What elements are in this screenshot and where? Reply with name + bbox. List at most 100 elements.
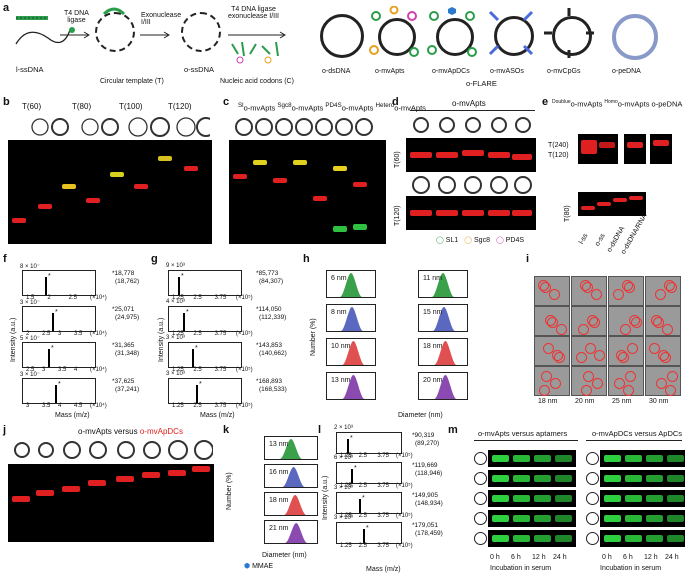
x-tick-label: 3.5	[58, 367, 67, 373]
gel-band	[436, 210, 458, 216]
nanoparticle-ring	[576, 352, 587, 363]
peak-star: *	[350, 435, 353, 442]
gel-band	[492, 535, 509, 542]
spectrum-box: *	[168, 342, 242, 368]
gel-band	[534, 495, 551, 502]
x-tick-label: 4.5	[74, 403, 83, 409]
x-tick-label: 4	[58, 403, 62, 409]
aso-arms-icon	[488, 10, 534, 56]
panel-letter-j: j	[3, 424, 7, 436]
x-tick-label: 3	[58, 331, 62, 337]
nanoparticle-ring	[594, 350, 605, 361]
exonuclease-label: Exonuclease I/III	[141, 12, 182, 26]
x-tick-label: 2.5	[358, 483, 367, 489]
x-tick-label: (×10⁵)	[236, 367, 253, 373]
gel-band	[168, 470, 186, 476]
m-right-rule	[586, 440, 682, 441]
construct-icon	[586, 472, 599, 485]
y-max-tick: 3 × 10⁻	[20, 372, 41, 378]
lane-label-t100: T(100)	[119, 102, 143, 111]
gel-band	[293, 160, 307, 165]
gel-band	[555, 475, 572, 482]
gel-band	[646, 515, 663, 522]
lane-icons-c	[235, 118, 373, 136]
gel-band	[513, 535, 530, 542]
x-tick-label: 2.5	[193, 331, 202, 337]
gel-band	[512, 154, 532, 160]
tem-tile	[645, 366, 681, 396]
serum-gel-row	[600, 510, 685, 527]
gel-band	[253, 160, 267, 165]
gel-band	[613, 198, 627, 202]
gel-band	[410, 210, 432, 216]
oflare-label: o-FLARE	[466, 79, 497, 88]
gel-j	[8, 464, 214, 542]
j-title-a: o-mvApts	[78, 427, 112, 436]
tem-tile	[571, 366, 607, 396]
x-tick-label: 3.75	[377, 513, 390, 519]
y-max-tick: 2 × 10³	[334, 425, 353, 431]
construct-icon	[586, 452, 599, 465]
gel-band	[646, 495, 663, 502]
spectrum-box: *	[168, 378, 242, 404]
nanoparticle-ring	[592, 378, 603, 389]
observed-mass-label: *85,773	[256, 270, 279, 277]
x-tick-label: 2.5	[68, 295, 77, 301]
gel-band	[625, 495, 642, 502]
dls-size-label: 21 nm	[269, 525, 289, 532]
calculated-mass-label: (18,762)	[115, 278, 140, 285]
nanoparticle-ring	[623, 385, 634, 396]
calculated-mass-label: (31,348)	[115, 350, 140, 357]
time-label: 24 h	[665, 554, 679, 561]
dls-size-label: 11 nm	[423, 275, 442, 282]
gel-band	[333, 226, 347, 232]
gel-band	[12, 218, 26, 223]
row-label-t240: T(240)	[548, 142, 569, 149]
gel-e-top	[578, 134, 618, 164]
tem-tile	[645, 276, 681, 306]
x-tick-label: 3.75	[214, 295, 227, 301]
tem-tile	[571, 306, 607, 336]
h-xlabel: Diameter (nm)	[398, 412, 443, 419]
gel-band	[604, 475, 621, 482]
l-ylabel: Intensity (a.u.)	[322, 475, 329, 520]
product-odsdna-label: o-dsDNA	[322, 68, 351, 75]
k-legend-label: MMAE	[252, 563, 274, 570]
spectrum-peak	[178, 277, 180, 295]
gel-band	[555, 515, 572, 522]
h-ylabel: Number (%)	[310, 318, 317, 356]
nanoparticle-ring	[660, 352, 671, 363]
nanoparticle-ring	[539, 385, 550, 396]
x-tick-label: 3.5	[74, 331, 83, 337]
spectrum-peak	[48, 349, 50, 367]
gel-band	[646, 475, 663, 482]
gel-band	[38, 204, 52, 209]
peak-star: *	[51, 345, 54, 352]
time-label: 12 h	[644, 554, 658, 561]
serum-gel-row	[600, 530, 685, 547]
j-title-b: o-mvApDCs	[139, 427, 183, 436]
spectrum-peak	[347, 439, 349, 453]
gel-band	[513, 455, 530, 462]
x-tick-label: (×10⁵)	[396, 543, 413, 549]
calculated-mass-label: (178,459)	[415, 530, 443, 537]
tem-tile	[645, 336, 681, 366]
x-tick-label: 2.5	[193, 295, 202, 301]
serum-gel-row	[488, 530, 576, 547]
gel-band	[534, 535, 551, 542]
product-opedna-label: o-peDNA	[612, 68, 641, 75]
construct-icon	[586, 492, 599, 505]
spectrum-peak	[183, 313, 185, 331]
m-left-xlabel: Incubation in serum	[490, 565, 552, 572]
gel-band	[88, 480, 106, 486]
nanoparticle-ring	[554, 352, 565, 363]
serum-gel-row	[600, 450, 685, 467]
gel-band	[110, 172, 124, 177]
x-tick-label: (×10⁵)	[236, 403, 253, 409]
spectrum-peak	[55, 385, 57, 403]
panel-letter-m: m	[448, 424, 458, 436]
g-xlabel: Mass (m/z)	[200, 412, 235, 419]
serum-gel-row	[600, 470, 685, 487]
peak-star: *	[354, 465, 357, 472]
gel-band	[667, 535, 684, 542]
